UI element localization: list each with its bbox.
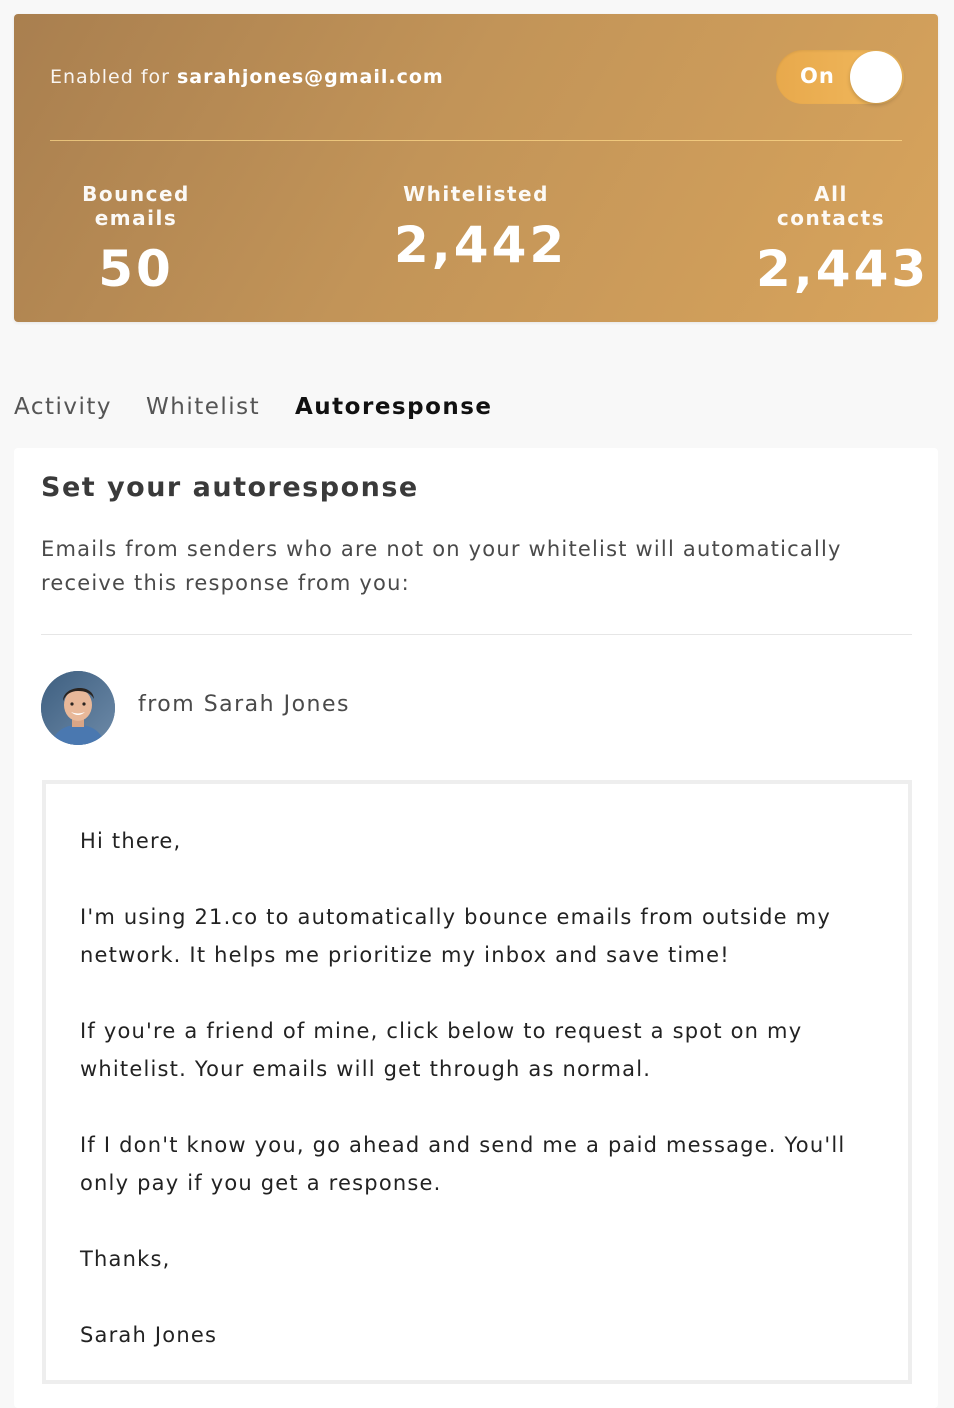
- message-paragraph: If I don't know you, go ahead and send m…: [80, 1133, 846, 1195]
- stat-all-contacts: All contacts 2,443: [756, 182, 930, 298]
- message-paragraph: I'm using 21.co to automatically bounce …: [80, 905, 831, 967]
- message-paragraph: If you're a friend of mine, click below …: [80, 1019, 803, 1081]
- enabled-prefix: Enabled for: [50, 66, 170, 88]
- message-greeting: Hi there,: [80, 829, 182, 853]
- sender-avatar: [41, 671, 115, 745]
- header-divider: [50, 140, 902, 141]
- enabled-toggle[interactable]: On: [776, 50, 904, 104]
- stat-bounced-emails: Bounced emails 50: [50, 182, 222, 298]
- status-card: Enabled for sarahjones@gmail.com On Boun…: [14, 14, 938, 322]
- account-email: sarahjones@gmail.com: [177, 66, 444, 88]
- tab-activity[interactable]: Activity: [14, 394, 112, 420]
- tab-whitelist[interactable]: Whitelist: [146, 394, 260, 420]
- stat-value: 50: [98, 240, 174, 298]
- stat-label: Whitelisted: [403, 182, 549, 206]
- message-signoff: Thanks,: [80, 1247, 171, 1271]
- panel-description: Emails from senders who are not on your …: [41, 537, 842, 595]
- panel-divider: [41, 634, 912, 635]
- user-avatar-icon: [41, 671, 115, 745]
- toggle-knob: [850, 51, 902, 103]
- tab-autoresponse[interactable]: Autoresponse: [295, 394, 493, 420]
- stat-whitelisted: Whitelisted 2,442: [394, 182, 568, 274]
- stat-value: 2,443: [756, 240, 930, 298]
- autoresponse-panel: Set your autoresponse Emails from sender…: [14, 448, 938, 1408]
- autoresponse-message-box[interactable]: Hi there, I'm using 21.co to automatical…: [42, 780, 912, 1384]
- toggle-label: On: [800, 64, 835, 88]
- stat-label: All contacts: [776, 182, 886, 230]
- from-label: from Sarah Jones: [138, 692, 350, 717]
- panel-title: Set your autoresponse: [41, 472, 419, 503]
- enabled-for-text: Enabled for sarahjones@gmail.com: [50, 66, 444, 88]
- message-signature: Sarah Jones: [80, 1323, 218, 1347]
- stat-value: 2,442: [394, 216, 568, 274]
- stat-label: Bounced emails: [82, 182, 190, 230]
